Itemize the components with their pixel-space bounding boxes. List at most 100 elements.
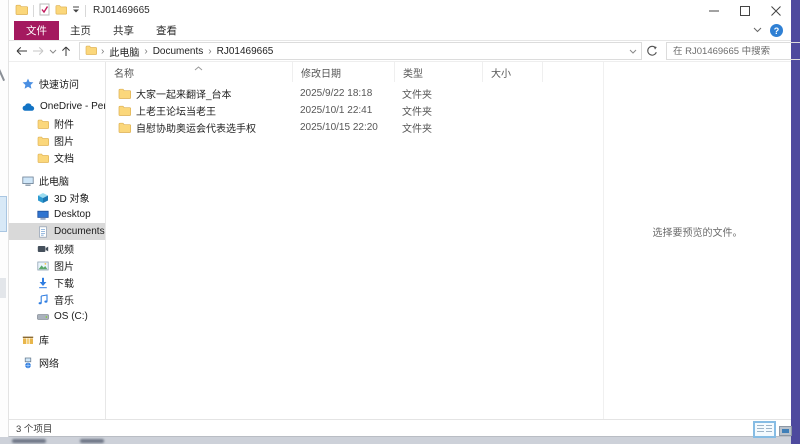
minimize-button[interactable] [698, 0, 729, 21]
up-icon[interactable] [61, 45, 71, 57]
sidebar-item-music[interactable]: 音乐 [9, 291, 105, 308]
background-window-fragment [0, 278, 6, 298]
preview-pane: 选择要预览的文件。 [603, 62, 791, 419]
sidebar-item-quick-access[interactable]: 快速访问 [9, 75, 105, 92]
tab-home[interactable]: 主页 [59, 21, 102, 40]
tab-file[interactable]: 文件 [14, 21, 59, 40]
sidebar-item-videos[interactable]: 视频 [9, 240, 105, 257]
status-bar: 3 个项目 [9, 419, 791, 436]
sidebar-item-label: 图片 [54, 133, 74, 148]
drive-icon [37, 311, 49, 323]
location-folder-icon [85, 45, 97, 58]
sidebar-item-downloads[interactable]: 下载 [9, 274, 105, 291]
screen: RJ01469665 文件 主页 共享 查看 [0, 0, 800, 444]
tab-share[interactable]: 共享 [102, 21, 145, 40]
column-header-size[interactable]: 大小 [483, 62, 543, 82]
sort-ascending-icon[interactable] [194, 63, 203, 74]
close-button[interactable] [760, 0, 791, 21]
list-window-icon [753, 421, 776, 438]
sidebar-item-network[interactable]: 网络 [9, 354, 105, 371]
sidebar-item-documents[interactable]: Documents [9, 223, 105, 240]
address-bar[interactable]: › 此电脑 › Documents › RJ01469665 [79, 42, 642, 60]
file-row[interactable]: 上老王论坛当老王 2025/10/1 22:41 文件夹 [106, 102, 603, 119]
sidebar-item-label: 图片 [54, 258, 74, 273]
breadcrumb-documents[interactable]: Documents [152, 46, 205, 57]
preview-message: 选择要预览的文件。 [653, 224, 743, 419]
sidebar-item-label: 此电脑 [39, 173, 69, 188]
sidebar-item-libraries[interactable]: 库 [9, 331, 105, 348]
folder-icon [37, 153, 49, 163]
sidebar-item-this-pc[interactable]: 此电脑 [9, 172, 105, 189]
navigation-pane: 快速访问 OneDrive - Pers 附件 图片 文档 [9, 62, 106, 419]
new-folder-icon[interactable] [55, 4, 67, 18]
column-header-date-modified[interactable]: 修改日期 [293, 62, 395, 82]
sidebar-item-pictures[interactable]: 图片 [9, 257, 105, 274]
ribbon-collapse-icon[interactable] [753, 25, 762, 36]
file-rows: 大家一起来翻译_台本 2025/9/22 18:18 文件夹 上老王论坛当老王 … [106, 82, 603, 136]
back-icon[interactable] [15, 46, 28, 56]
forward-icon[interactable] [32, 46, 45, 56]
window-controls [698, 0, 791, 21]
file-row[interactable]: 大家一起来翻译_台本 2025/9/22 18:18 文件夹 [106, 85, 603, 102]
library-icon [22, 334, 34, 346]
properties-icon[interactable] [39, 3, 50, 19]
breadcrumb-this-pc[interactable]: 此电脑 [108, 44, 140, 59]
background-text-fragment [12, 439, 46, 443]
file-date: 2025/10/1 22:41 [293, 105, 395, 116]
desktop-icon [37, 209, 49, 221]
sidebar-item-desktop[interactable]: Desktop [9, 206, 105, 223]
search-input[interactable] [667, 46, 800, 57]
video-icon [37, 243, 49, 255]
background-window-fragment [0, 196, 7, 232]
search-box [666, 42, 800, 60]
music-icon [37, 294, 49, 306]
sidebar-item-attachments[interactable]: 附件 [9, 115, 105, 132]
separator [33, 5, 34, 17]
sidebar-item-onedrive[interactable]: OneDrive - Pers [9, 98, 105, 115]
network-icon [22, 357, 34, 369]
sidebar-item-label: 文档 [54, 150, 74, 165]
toolbar-dropdown-icon[interactable] [72, 5, 80, 16]
cloud-icon [22, 102, 35, 112]
items-count: 3 个项目 [16, 421, 52, 435]
cube-icon [37, 192, 49, 204]
background-text-fragment [80, 439, 104, 443]
sidebar-item-3d-objects[interactable]: 3D 对象 [9, 189, 105, 206]
background-diagonal-line [0, 53, 5, 81]
download-icon [37, 277, 49, 289]
image-window-icon [779, 426, 792, 436]
file-row[interactable]: 自慰协助奥运会代表选手权 2025/10/15 22:20 文件夹 [106, 119, 603, 136]
sidebar-item-label: 3D 对象 [54, 190, 90, 205]
folder-icon [37, 119, 49, 129]
explorer-app-icon [15, 4, 28, 18]
help-icon[interactable]: ? [770, 24, 783, 37]
sidebar-item-os-c-drive[interactable]: OS (C:) [9, 308, 105, 325]
breadcrumb-separator: › [101, 46, 104, 57]
folder-icon [118, 88, 131, 99]
file-type: 文件夹 [395, 86, 483, 101]
file-name: 自慰协助奥运会代表选手权 [136, 120, 256, 135]
address-dropdown-icon[interactable] [629, 46, 637, 57]
picture-icon [37, 260, 49, 272]
tab-view[interactable]: 查看 [145, 21, 188, 40]
sidebar-item-onedrive-pictures[interactable]: 图片 [9, 132, 105, 149]
file-type: 文件夹 [395, 103, 483, 118]
content-area: 快速访问 OneDrive - Pers 附件 图片 文档 [9, 62, 791, 419]
sidebar-item-label: Desktop [54, 209, 91, 220]
column-header-type[interactable]: 类型 [395, 62, 483, 82]
recent-dropdown-icon[interactable] [49, 49, 57, 54]
address-bar-row: › 此电脑 › Documents › RJ01469665 [9, 41, 791, 62]
sidebar-item-label: 网络 [39, 355, 59, 370]
sidebar-item-onedrive-documents[interactable]: 文档 [9, 149, 105, 166]
maximize-button[interactable] [729, 0, 760, 21]
breadcrumb-current-folder[interactable]: RJ01469665 [216, 46, 275, 57]
sidebar-item-label: Documents [54, 226, 105, 237]
document-icon [37, 226, 49, 238]
column-header-row: 名称 修改日期 类型 大小 [106, 62, 603, 82]
file-name: 大家一起来翻译_台本 [136, 86, 232, 101]
refresh-icon[interactable] [646, 45, 658, 57]
sidebar-item-label: OS (C:) [54, 311, 88, 322]
sidebar-item-label: 库 [39, 332, 49, 347]
ribbon-tab-bar: 文件 主页 共享 查看 ? [9, 21, 791, 41]
background-purple-window-edge [791, 0, 800, 444]
